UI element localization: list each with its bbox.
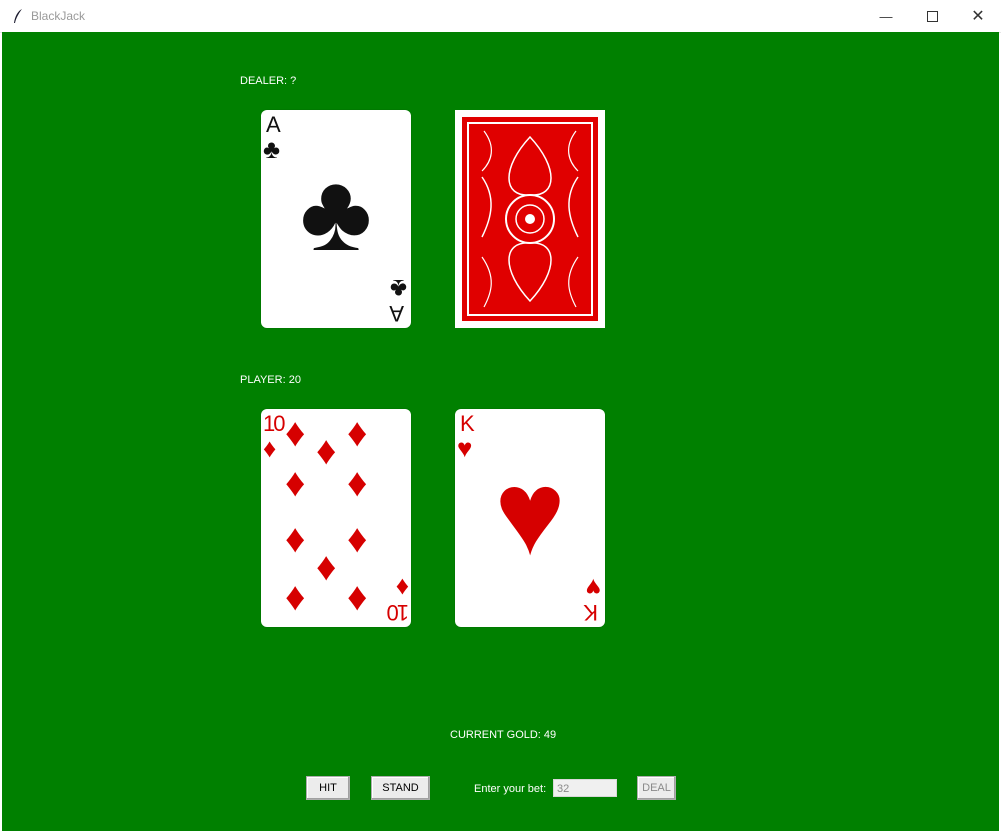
- pip: ♦: [347, 575, 368, 619]
- player-card-king-hearts: K ♥ ♥ K ♥: [455, 409, 605, 627]
- dealer-label: DEALER: ?: [240, 75, 297, 87]
- card-suit-bottom: ♦: [395, 573, 409, 603]
- card-suit-bottom: ♣: [389, 274, 407, 304]
- card-center-suit: ♣: [299, 151, 373, 274]
- maximize-button[interactable]: [909, 0, 955, 32]
- pip: ♦: [316, 545, 337, 589]
- card-rank-bottom: 10: [388, 600, 409, 625]
- current-gold-label: CURRENT GOLD: 49: [450, 729, 557, 741]
- card-rank: A: [266, 112, 281, 137]
- card-rank: 10: [263, 411, 286, 436]
- pip: ♦: [316, 429, 337, 473]
- card-suit-bottom: ♥: [585, 573, 601, 603]
- minimize-icon: —: [879, 8, 893, 24]
- pip: ♦: [347, 411, 368, 455]
- minimize-button[interactable]: —: [863, 0, 909, 32]
- card-corner-bottom: 10 ♦: [381, 573, 409, 625]
- card-rank-bottom: K: [583, 600, 598, 625]
- pip: ♦: [285, 575, 306, 619]
- dealer-card-face-down: [455, 110, 605, 328]
- pip: ♦: [347, 461, 368, 505]
- title-bar: BlackJack — ✕: [0, 0, 1001, 33]
- deal-button[interactable]: DEAL: [637, 776, 676, 800]
- hit-button[interactable]: HIT: [306, 776, 350, 800]
- card-corner-bottom: A ♣: [381, 274, 407, 326]
- player-card-ten-diamonds: 10 ♦ ♦ ♦ ♦ ♦ ♦ ♦ ♦ ♦ ♦ ♦ 10 ♦: [261, 409, 411, 627]
- window-title: BlackJack: [31, 9, 86, 23]
- close-button[interactable]: ✕: [955, 0, 1001, 32]
- card-back-ornament: [481, 130, 579, 308]
- card-back-pattern: [461, 116, 599, 322]
- stand-button[interactable]: STAND: [371, 776, 430, 800]
- pip: ♦: [347, 517, 368, 561]
- maximize-icon: [926, 10, 938, 22]
- feather-icon: [14, 9, 22, 23]
- pip: ♦: [285, 461, 306, 505]
- card-suit-small: ♦: [263, 433, 277, 463]
- card-rank: K: [460, 411, 475, 436]
- card-rank-bottom: A: [389, 301, 404, 326]
- pip: ♦: [285, 411, 306, 455]
- dealer-card-ace-clubs: A ♣ ♣ A ♣: [261, 110, 411, 328]
- bet-input[interactable]: 32: [553, 779, 617, 797]
- bet-prompt-label: Enter your bet:: [474, 783, 547, 795]
- game-table: DEALER: ? A ♣ ♣ A ♣ PLAYER: 20 10 ♦ ♦ ♦ …: [2, 32, 999, 831]
- close-icon: ✕: [971, 8, 985, 25]
- pip: ♦: [285, 517, 306, 561]
- card-center-suit: ♥: [494, 446, 566, 580]
- player-label: PLAYER: 20: [240, 374, 301, 386]
- card-corner-bottom: K ♥: [575, 573, 601, 625]
